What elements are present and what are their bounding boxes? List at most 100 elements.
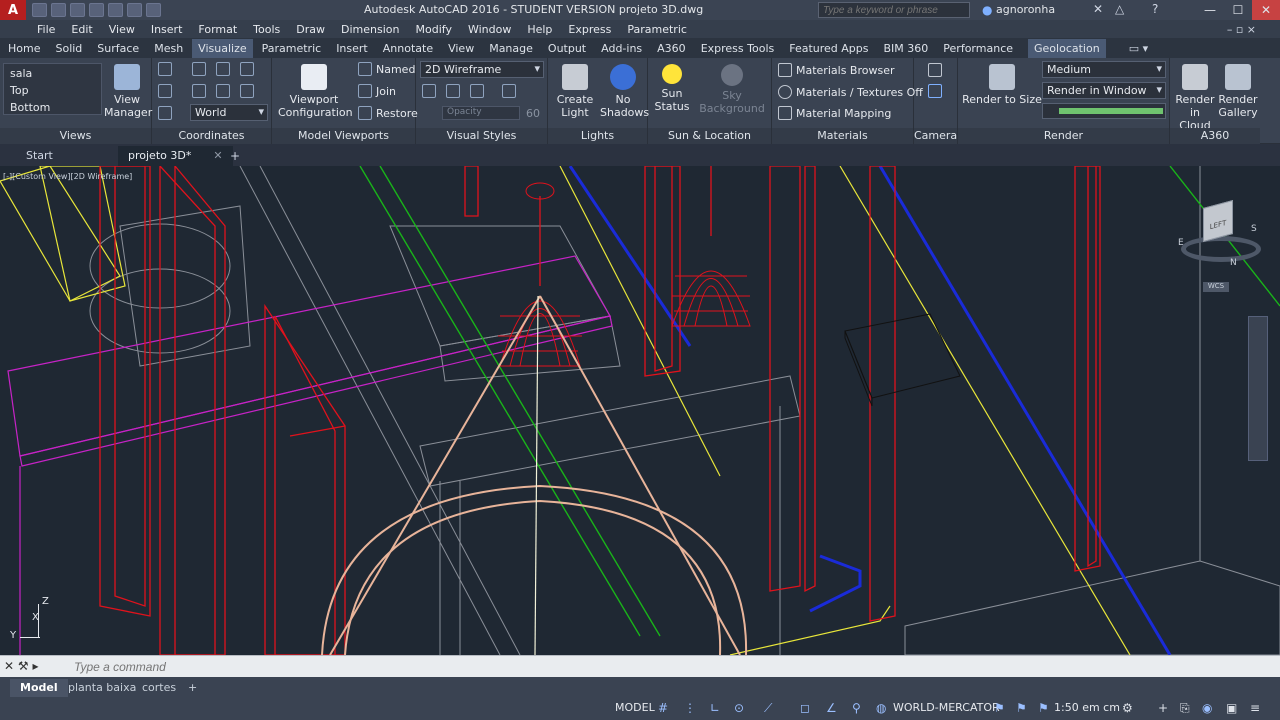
polar-icon[interactable]: ⊙: [734, 701, 744, 715]
ribbon-tab-geolocation[interactable]: Geolocation: [1028, 38, 1106, 58]
view-manager-button[interactable]: View Manager: [104, 64, 152, 119]
camera-position-icon[interactable]: [928, 84, 942, 98]
ucs-3point-icon[interactable]: [158, 106, 172, 120]
ucs-world-icon[interactable]: [192, 62, 206, 76]
ribbon-tab-bim-360[interactable]: BIM 360: [884, 42, 929, 55]
face-style-icon[interactable]: [446, 84, 460, 98]
user-name[interactable]: agnoronha: [996, 3, 1055, 16]
views-list[interactable]: sala Top Bottom: [3, 63, 102, 115]
ucs-previous-icon[interactable]: [216, 62, 230, 76]
close-button[interactable]: ✕: [1252, 0, 1280, 20]
ribbon-tab-mesh[interactable]: Mesh: [154, 42, 183, 55]
shadow-style-icon[interactable]: [502, 84, 516, 98]
ortho-icon[interactable]: ∟: [710, 701, 720, 715]
ribbon-tab-home[interactable]: Home: [8, 42, 40, 55]
plot-icon[interactable]: [108, 3, 123, 17]
open-file-icon[interactable]: [51, 3, 66, 17]
minimize-button[interactable]: —: [1196, 0, 1224, 20]
ribbon-tab-a360[interactable]: A360: [657, 42, 686, 55]
menu-edit[interactable]: Edit: [71, 23, 92, 36]
redo-icon[interactable]: [146, 3, 161, 17]
menu-modify[interactable]: Modify: [416, 23, 452, 36]
ribbon-tab-add-ins[interactable]: Add-ins: [601, 42, 642, 55]
command-input[interactable]: [74, 660, 1264, 674]
opacity-slider[interactable]: Opacity: [442, 106, 520, 120]
render-output-select[interactable]: Render in Window: [1042, 82, 1166, 99]
viewport-controls-label[interactable]: [-][Custom View][2D Wireframe]: [3, 172, 132, 181]
units-icon[interactable]: ⎘: [1180, 701, 1190, 716]
named-viewports-button[interactable]: Named: [376, 63, 415, 76]
isodraft-icon[interactable]: ⟋: [764, 701, 772, 716]
menu-dimension[interactable]: Dimension: [341, 23, 399, 36]
menu-format[interactable]: Format: [198, 23, 237, 36]
menu-help[interactable]: Help: [527, 23, 552, 36]
menu-draw[interactable]: Draw: [296, 23, 325, 36]
isolate-objects-icon[interactable]: ◉: [1202, 701, 1212, 715]
ucs-origin-icon[interactable]: [158, 84, 172, 98]
ucs-z-icon[interactable]: [240, 84, 254, 98]
menu-express[interactable]: Express: [568, 23, 611, 36]
ribbon-tab-solid[interactable]: Solid: [55, 42, 82, 55]
menu-window-controls[interactable]: – ▫ ×: [1227, 23, 1256, 36]
material-mapping-button[interactable]: Material Mapping: [796, 107, 891, 120]
drawing-viewport[interactable]: [-][Custom View][2D Wireframe] LEFT S N …: [0, 166, 1280, 655]
app-menu-button[interactable]: A: [0, 0, 26, 20]
new-file-icon[interactable]: [32, 3, 47, 17]
maximize-button[interactable]: ☐: [1224, 0, 1252, 20]
annotation-monitor-icon[interactable]: +: [1158, 701, 1168, 715]
menu-view[interactable]: View: [109, 23, 135, 36]
camera-icon[interactable]: [928, 63, 942, 77]
menu-file[interactable]: File: [37, 23, 55, 36]
save-as-icon[interactable]: [89, 3, 104, 17]
ribbon-tab-performance[interactable]: Performance: [943, 42, 1013, 55]
menu-parametric[interactable]: Parametric: [627, 23, 687, 36]
ribbon-tab-surface[interactable]: Surface: [97, 42, 139, 55]
ribbon-tab-insert[interactable]: Insert: [336, 42, 368, 55]
ribbon-tab-featured-apps[interactable]: Featured Apps: [789, 42, 868, 55]
restore-button[interactable]: Restore: [376, 107, 418, 120]
autoscale-icon[interactable]: ⚑: [1016, 701, 1027, 715]
search-input[interactable]: [818, 2, 970, 18]
undo-icon[interactable]: [127, 3, 142, 17]
view-item-sala[interactable]: sala: [10, 67, 32, 80]
exchange-icon[interactable]: ✕: [1093, 2, 1103, 16]
ribbon-tab-manage[interactable]: Manage: [489, 42, 533, 55]
help-icon[interactable]: ?: [1152, 2, 1158, 16]
save-icon[interactable]: [70, 3, 85, 17]
workspace-gear-icon[interactable]: ⚙: [1122, 701, 1133, 715]
menu-window[interactable]: Window: [468, 23, 511, 36]
annotation-scale-select[interactable]: 1:50 em cm: [1054, 701, 1120, 714]
grid-icon[interactable]: #: [658, 701, 668, 715]
ribbon-tab-visualize[interactable]: Visualize: [192, 38, 253, 58]
ucs-x-icon[interactable]: [192, 84, 206, 98]
command-line-tools[interactable]: ✕ ⚒ ▸: [4, 659, 38, 673]
visual-style-select[interactable]: 2D Wireframe: [420, 61, 544, 78]
render-in-cloud-button[interactable]: Render in Cloud: [1172, 64, 1218, 132]
edge-effects-icon[interactable]: [422, 84, 436, 98]
ucs-icon[interactable]: [158, 62, 172, 76]
close-tab-icon[interactable]: ✕: [213, 149, 222, 162]
add-layout-button[interactable]: +: [178, 679, 207, 697]
create-light-button[interactable]: Create Light: [552, 64, 598, 119]
coordinate-system-label[interactable]: WORLD-MERCATOR: [893, 701, 1000, 714]
view-item-top[interactable]: Top: [10, 84, 29, 97]
join-button[interactable]: Join: [376, 85, 396, 98]
sky-background-button[interactable]: Sky Background: [694, 64, 770, 115]
doc-tab-projeto[interactable]: projeto 3D* ✕: [118, 146, 233, 166]
view-item-bottom[interactable]: Bottom: [10, 101, 50, 114]
customization-icon[interactable]: ≡: [1250, 701, 1260, 715]
viewport-configuration-button[interactable]: Viewport Configuration: [278, 64, 353, 119]
ucs-y-icon[interactable]: [216, 84, 230, 98]
materials-browser-button[interactable]: Materials Browser: [796, 64, 895, 77]
ucs-face-icon[interactable]: [240, 62, 254, 76]
menu-tools[interactable]: Tools: [253, 23, 280, 36]
render-to-size-button[interactable]: Render to Size: [962, 64, 1042, 106]
model-space-toggle[interactable]: MODEL: [615, 701, 655, 714]
ribbon-tab-output[interactable]: Output: [548, 42, 586, 55]
doc-tab-start[interactable]: Start: [16, 146, 63, 166]
a360-icon[interactable]: △: [1115, 2, 1124, 16]
menu-insert[interactable]: Insert: [151, 23, 183, 36]
object-snap-icon[interactable]: ◻: [800, 701, 810, 715]
ribbon-tab-view[interactable]: View: [448, 42, 474, 55]
viewcube-ring[interactable]: [1181, 236, 1261, 262]
